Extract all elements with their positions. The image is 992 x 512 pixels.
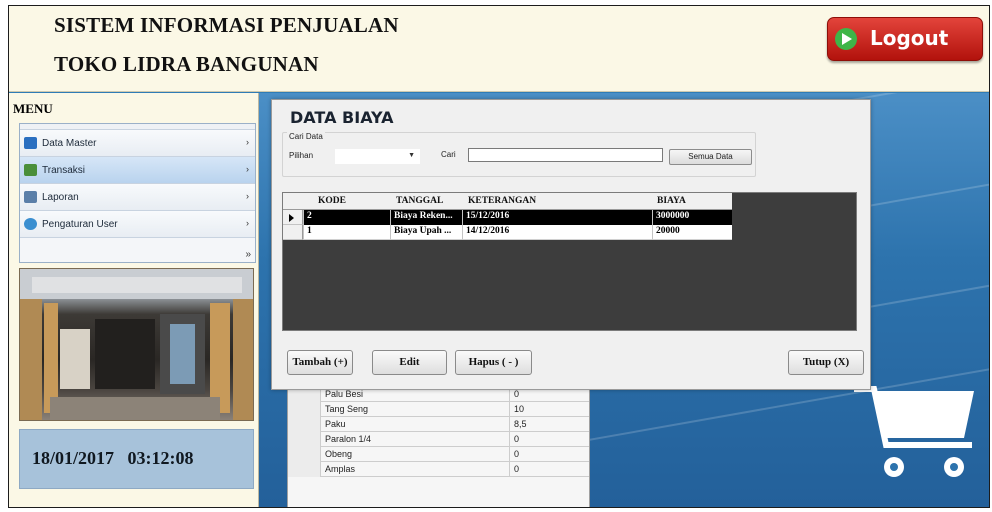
pilihan-select[interactable]: ▼ bbox=[335, 149, 420, 164]
grid-header: KODE TANGGAL KETERANGAN BIAYA bbox=[283, 193, 732, 210]
table-row: Tang Seng 10 bbox=[288, 402, 589, 417]
app-window: SISTEM INFORMASI PENJUALAN TOKO LIDRA BA… bbox=[8, 5, 990, 508]
sidebar: MENU Data Master › Transaksi › Laporan ›… bbox=[9, 93, 259, 507]
menu-panel: Data Master › Transaksi › Laporan › Peng… bbox=[19, 123, 256, 263]
logout-label: Logout bbox=[870, 26, 949, 50]
chevron-down-icon: ▼ bbox=[408, 152, 415, 159]
edit-button[interactable]: Edit bbox=[372, 350, 447, 375]
semua-data-button[interactable]: Semua Data bbox=[669, 149, 752, 165]
menu-item-pengaturan-user[interactable]: Pengaturan User › bbox=[20, 211, 255, 238]
app-title-line2: TOKO LIDRA BANGUNAN bbox=[54, 52, 319, 76]
menu-item-label: Pengaturan User bbox=[42, 219, 118, 230]
menu-overflow-button[interactable]: » bbox=[245, 249, 251, 260]
settings-icon bbox=[24, 218, 37, 230]
table-row: Amplas 0 bbox=[288, 462, 589, 477]
menu-item-label: Laporan bbox=[42, 192, 79, 203]
table-row: Paku 8,5 bbox=[288, 417, 589, 432]
hapus-button[interactable]: Hapus ( - ) bbox=[455, 350, 532, 375]
tambah-button[interactable]: Tambah (+) bbox=[287, 350, 353, 375]
current-row-icon bbox=[289, 214, 294, 222]
column-header-biaya[interactable]: BIAYA bbox=[657, 196, 686, 206]
store-photo bbox=[19, 268, 254, 421]
pilihan-label: Pilihan bbox=[289, 151, 314, 160]
users-icon bbox=[24, 137, 37, 149]
menu-title: MENU bbox=[13, 101, 53, 116]
submenu-arrow-icon: › bbox=[246, 191, 249, 201]
table-row: Obeng 0 bbox=[288, 447, 589, 462]
menu-item-label: Transaksi bbox=[42, 165, 85, 176]
row-header[interactable] bbox=[283, 225, 303, 240]
table-row: Paralon 1/4 0 bbox=[288, 432, 589, 447]
shopping-cart-icon bbox=[854, 386, 974, 477]
datetime-label: 18/01/2017 03:12:08 bbox=[32, 448, 194, 468]
submenu-arrow-icon: › bbox=[246, 164, 249, 174]
search-input[interactable] bbox=[468, 148, 663, 162]
biaya-grid: KODE TANGGAL KETERANGAN BIAYA 2 Biaya Re… bbox=[282, 192, 857, 331]
column-header-kode[interactable]: KODE bbox=[318, 196, 346, 206]
logout-button[interactable]: Logout bbox=[827, 17, 983, 61]
table-row[interactable]: 1 Biaya Upah ... 14/12/2016 20000 bbox=[283, 225, 732, 240]
app-header: SISTEM INFORMASI PENJUALAN TOKO LIDRA BA… bbox=[9, 6, 989, 92]
menu-item-transaksi[interactable]: Transaksi › bbox=[20, 157, 255, 184]
column-header-keterangan[interactable]: KETERANGAN bbox=[468, 196, 536, 206]
datetime-panel: 18/01/2017 03:12:08 bbox=[19, 429, 254, 489]
report-icon bbox=[24, 191, 37, 203]
row-header[interactable] bbox=[283, 210, 303, 225]
column-header-tanggal[interactable]: TANGGAL bbox=[396, 196, 443, 206]
search-group-label: Cari Data bbox=[287, 132, 325, 141]
data-biaya-dialog: DATA BIAYA Cari Data Pilihan ▼ Cari Semu… bbox=[271, 99, 871, 390]
dialog-title: DATA BIAYA bbox=[290, 108, 394, 127]
submenu-arrow-icon: › bbox=[246, 218, 249, 228]
menu-item-laporan[interactable]: Laporan › bbox=[20, 184, 255, 211]
transaction-icon bbox=[24, 164, 37, 176]
arrow-right-icon bbox=[835, 28, 857, 50]
menu-item-data-master[interactable]: Data Master › bbox=[20, 130, 255, 157]
menu-item-label: Data Master bbox=[42, 138, 97, 149]
app-title-line1: SISTEM INFORMASI PENJUALAN bbox=[54, 13, 399, 37]
table-row[interactable]: 2 Biaya Reken... 15/12/2016 3000000 bbox=[283, 210, 732, 225]
background-items-grid: Palu Besi 0 Tang Seng 10 Paku 8,5 Paralo… bbox=[287, 371, 590, 507]
tutup-button[interactable]: Tutup (X) bbox=[788, 350, 864, 375]
search-group: Cari Data Pilihan ▼ Cari Semua Data bbox=[282, 132, 756, 177]
submenu-arrow-icon: › bbox=[246, 137, 249, 147]
cari-label: Cari bbox=[441, 150, 456, 159]
